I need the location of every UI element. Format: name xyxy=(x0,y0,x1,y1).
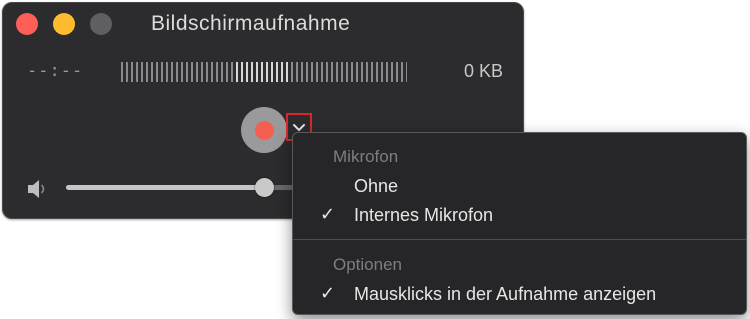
menu-separator xyxy=(293,239,746,240)
recording-options-menu: Mikrofon Ohne ✓ Internes Mikrofon Option… xyxy=(292,132,747,315)
chevron-down-icon xyxy=(293,123,305,131)
menu-item-microphone-none[interactable]: Ohne xyxy=(293,173,746,201)
file-size: 0 KB xyxy=(463,61,503,81)
menu-item-show-mouse-clicks[interactable]: ✓ Mausklicks in der Aufnahme anzeigen xyxy=(293,281,746,309)
window-title: Bildschirmaufnahme xyxy=(151,12,351,35)
close-button[interactable] xyxy=(16,13,38,35)
stage: Bildschirmaufnahme --:-- 0 KB Mikrofon O… xyxy=(0,0,750,319)
menu-item-label: Mausklicks in der Aufnahme anzeigen xyxy=(354,284,657,304)
menu-section-options: Optionen xyxy=(333,255,402,274)
elapsed-time: --:-- xyxy=(27,61,84,81)
record-icon xyxy=(254,120,274,140)
minimize-button[interactable] xyxy=(53,13,75,35)
menu-item-label: Ohne xyxy=(354,176,399,196)
record-button[interactable] xyxy=(241,107,287,153)
zoom-button[interactable] xyxy=(90,13,112,35)
menu-item-internal-microphone[interactable]: ✓ Internes Mikrofon xyxy=(293,202,746,230)
audio-level-meter-active xyxy=(236,62,291,82)
menu-section-microphone: Mikrofon xyxy=(333,147,399,166)
volume-slider-knob[interactable] xyxy=(255,178,274,197)
checkmark-icon: ✓ xyxy=(320,204,336,225)
speaker-icon xyxy=(28,180,45,198)
checkmark-icon: ✓ xyxy=(320,283,336,304)
menu-item-label: Internes Mikrofon xyxy=(354,205,494,225)
volume-slider-fill xyxy=(66,185,264,190)
